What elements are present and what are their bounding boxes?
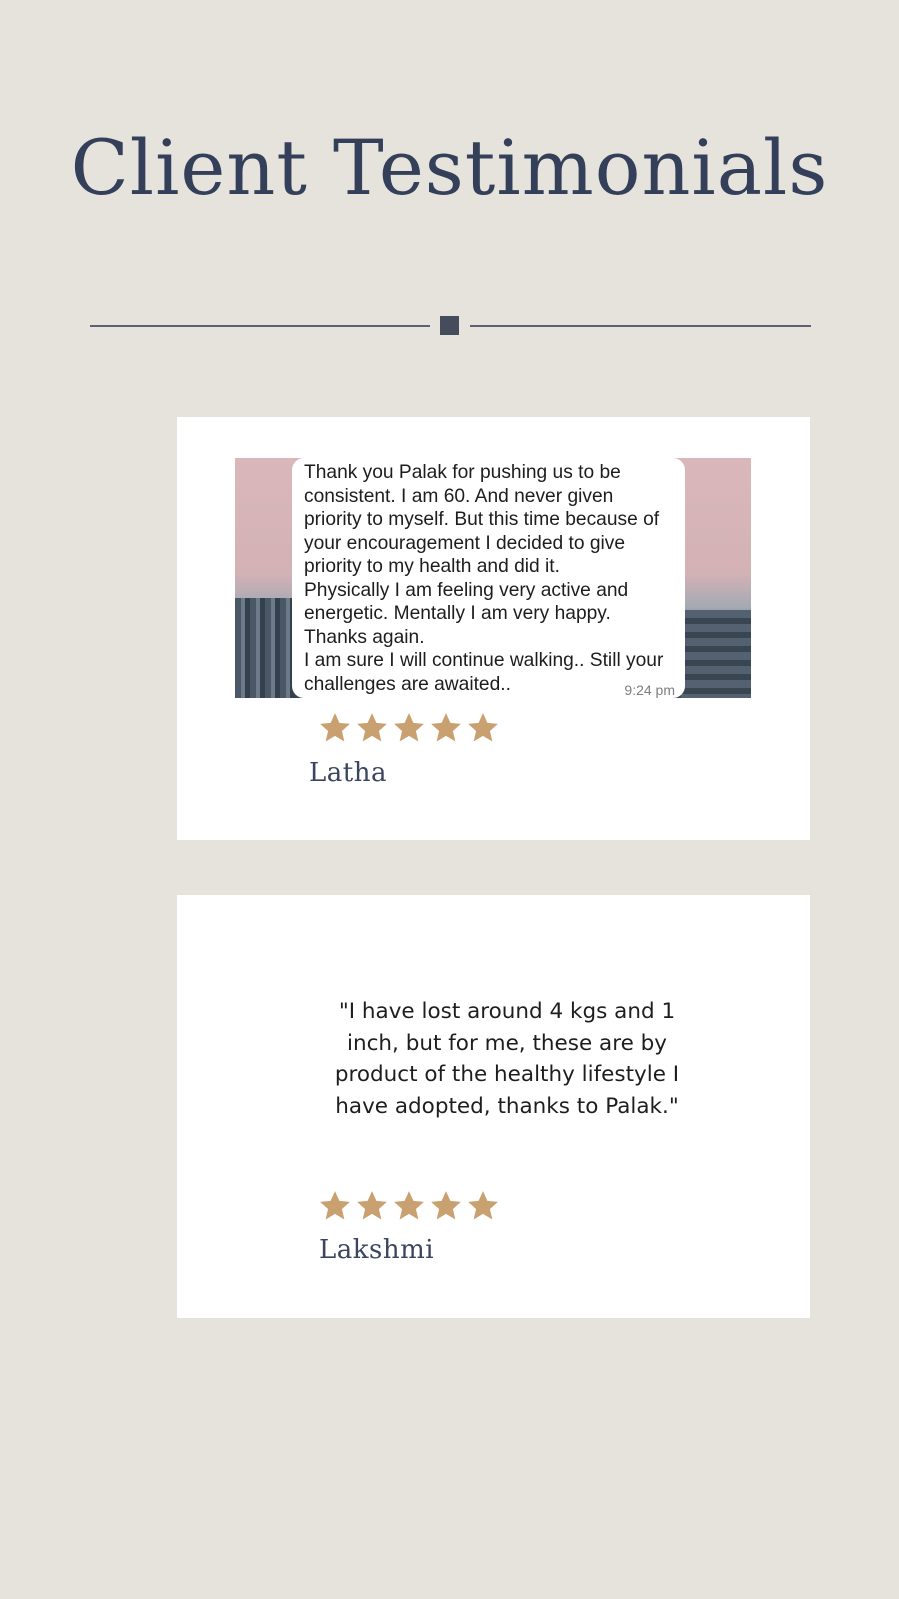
testimonial-card-2: "I have lost around 4 kgs and 1 inch, bu… [177,895,810,1318]
divider-line-left [90,325,430,327]
star-icon [357,1191,387,1220]
star-icon [320,1191,350,1220]
title-divider [90,315,811,335]
city-skyline-left [235,598,295,698]
star-icon [431,1191,461,1220]
chat-bubble: Thank you Palak for pushing us to be con… [292,458,685,698]
star-icon [394,713,424,742]
star-rating [318,1189,500,1223]
chat-timestamp: 9:24 pm [624,682,675,698]
chat-screenshot-image: Thank you Palak for pushing us to be con… [235,458,751,698]
star-icon [320,713,350,742]
divider-line-right [470,325,811,327]
testimonial-card-1: Thank you Palak for pushing us to be con… [177,417,810,840]
star-icon [431,713,461,742]
page-title: Client Testimonials [70,123,829,212]
star-icon [394,1191,424,1220]
star-icon [468,713,498,742]
testimonial-author: Latha [309,758,387,788]
star-rating [318,711,500,745]
star-icon [357,713,387,742]
city-skyline-right [681,610,751,698]
testimonial-quote: "I have lost around 4 kgs and 1 inch, bu… [334,999,680,1119]
divider-square [440,316,459,335]
chat-message: Thank you Palak for pushing us to be con… [304,462,664,695]
star-icon [468,1191,498,1220]
testimonial-author: Lakshmi [319,1235,435,1265]
